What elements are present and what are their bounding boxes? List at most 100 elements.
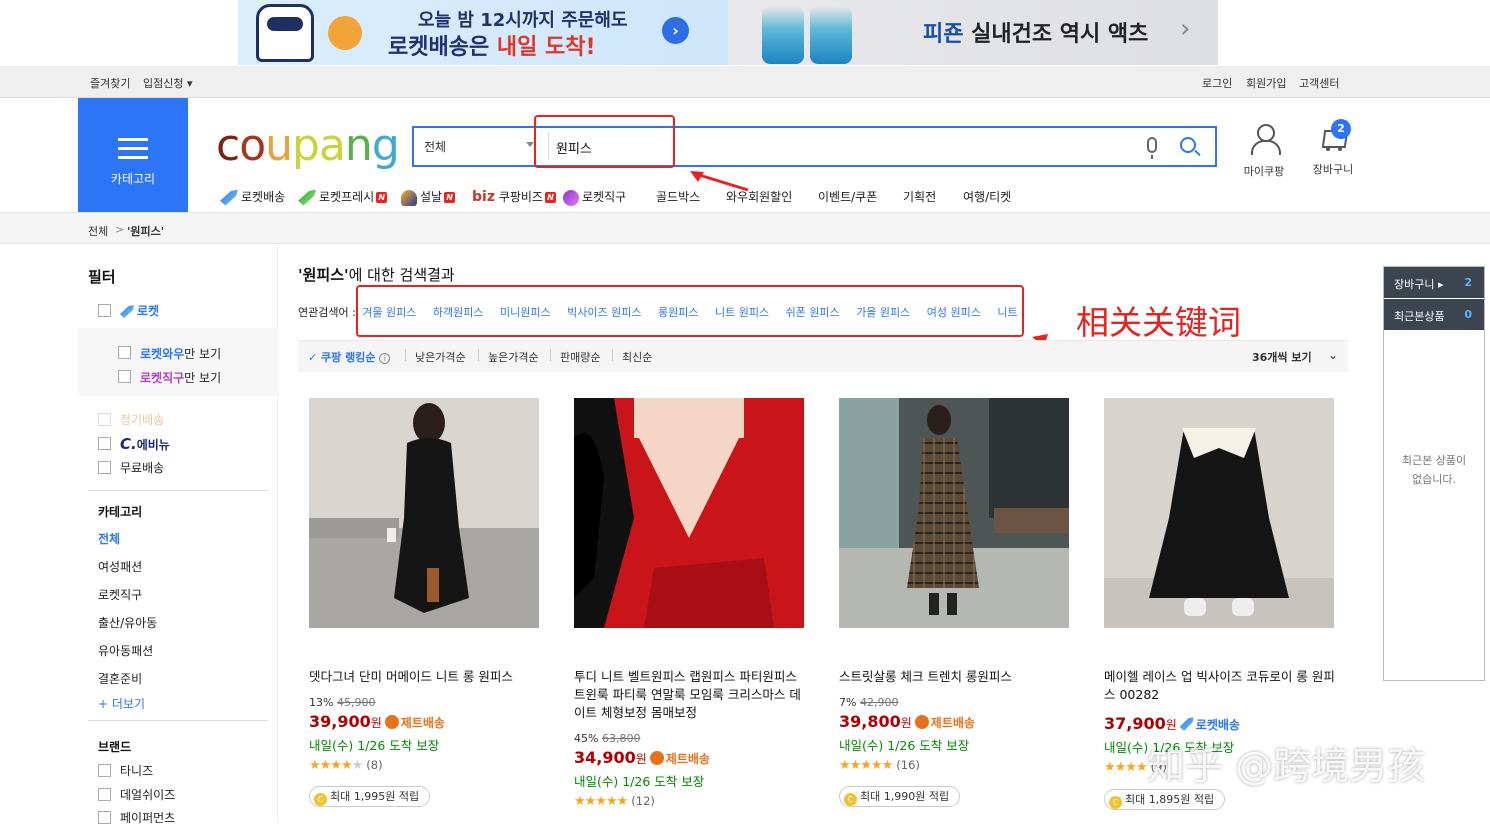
filter-title: 필터	[88, 268, 116, 286]
side-cart-label: 장바구니 ▸	[1394, 278, 1444, 291]
arrival-date: 내일(수) 1/26 도착 보장	[309, 738, 440, 753]
free-shipping-label[interactable]: 무료배송	[120, 459, 164, 476]
product-image[interactable]	[574, 398, 804, 628]
related-label: 연관검색어 :	[298, 306, 356, 319]
product-discount: 45% 63,800	[574, 732, 641, 745]
category-item[interactable]: 여성패션	[98, 558, 142, 575]
product-card[interactable]: 뎃다그녀 단미 머메이드 니트 롱 원피스 13% 45,900 39,900원…	[309, 398, 541, 807]
brand-checkbox[interactable]	[98, 811, 111, 824]
rating-stars: ★★★★★ (12)	[574, 794, 655, 809]
product-title[interactable]: 스트릿살롱 체크 트렌치 롱원피스	[839, 668, 1073, 686]
rocket-checkbox[interactable]	[98, 304, 111, 317]
wow-only-label[interactable]: 로켓와우만 보기	[140, 345, 221, 362]
seller-apply-link[interactable]: 입점신청 ▾	[143, 75, 193, 91]
product-image[interactable]	[309, 398, 539, 628]
nav-events[interactable]: 이벤트/쿠폰	[818, 188, 877, 205]
side-cart[interactable]: 장바구니 ▸ 2	[1384, 267, 1484, 298]
customer-center-link[interactable]: 고객센터	[1299, 75, 1339, 91]
banner-pigeon-acts[interactable]: 피죤 실내건조 역시 액츠 ›	[728, 0, 1218, 65]
brand-label[interactable]: 타니즈	[120, 762, 153, 779]
info-icon[interactable]: i	[379, 353, 391, 364]
side-recent-label: 최근본상품	[1394, 310, 1445, 323]
jikgu-only-checkbox[interactable]	[118, 370, 131, 383]
free-shipping-checkbox[interactable]	[98, 461, 111, 474]
microphone-icon[interactable]	[1147, 137, 1157, 159]
product-card[interactable]: 메이헬 레이스 업 빅사이즈 코듀로이 롱 원피스 00282 37,900원 로…	[1104, 398, 1336, 810]
filter-sidebar: 필터 로켓 로켓와우만 보기 로켓직구만 보기 정기배송 C.에비뉴 무료배송 …	[78, 244, 278, 825]
product-card[interactable]: 투디 니트 벨트원피스 랩원피스 파티원피스 트윈룩 파티룩 연말룩 모임룩 크…	[574, 398, 806, 809]
search-scope-select[interactable]: 전체	[424, 138, 446, 155]
product-image[interactable]	[1104, 398, 1334, 628]
jet-delivery-icon	[649, 751, 664, 765]
nav-rocket-delivery[interactable]: 로켓배송	[220, 188, 285, 206]
product-image[interactable]	[839, 398, 1069, 628]
wow-only-checkbox[interactable]	[118, 346, 131, 359]
coin-icon: C	[314, 793, 327, 806]
category-item[interactable]: 출산/유아동	[98, 614, 157, 631]
product-title[interactable]: 뎃다그녀 단미 머메이드 니트 롱 원피스	[309, 668, 543, 686]
regular-delivery-label[interactable]: 정기배송	[120, 411, 164, 428]
nav-new-year[interactable]: 설날 N	[401, 188, 456, 206]
divider	[612, 349, 613, 361]
sort-high-price[interactable]: 높은가격순	[488, 349, 539, 365]
category-item[interactable]: 로켓직구	[98, 586, 142, 603]
sort-newest[interactable]: 최신순	[622, 349, 652, 365]
chevron-right-icon[interactable]: ›	[1180, 14, 1190, 44]
sort-sales[interactable]: 판매량순	[560, 349, 600, 365]
sort-low-price[interactable]: 낮은가격순	[415, 349, 466, 365]
nav-rocket-global[interactable]: 로켓직구	[563, 188, 626, 206]
nav-rocket-fresh[interactable]: 로켓프레시 N	[298, 188, 388, 206]
nav-travel[interactable]: 여행/티켓	[963, 188, 1011, 205]
banner-rocket-delivery[interactable]: 오늘 밤 12시까지 주문해도 로켓배송은 내일 도착! ›	[238, 0, 728, 65]
brand-checkbox[interactable]	[98, 788, 111, 801]
jikgu-only-label[interactable]: 로켓직구만 보기	[140, 369, 221, 386]
avenue-label[interactable]: C.에비뉴	[120, 435, 170, 453]
breadcrumb-root[interactable]: 전체	[88, 223, 108, 239]
highlight-box-related	[356, 285, 1024, 337]
product-title[interactable]: 메이헬 레이스 업 빅사이즈 코듀로이 롱 원피스 00282	[1104, 668, 1338, 704]
rocket-filter-label[interactable]: 로켓	[120, 302, 159, 319]
per-page-select[interactable]: 36개씩 보기	[1252, 349, 1312, 365]
breadcrumb: 전체 > '원피스'	[0, 212, 1490, 244]
brand-label[interactable]: 데얼쉬이즈	[120, 786, 175, 803]
coupang-logo[interactable]: coupang	[216, 120, 400, 171]
banner-next-icon[interactable]: ›	[662, 17, 689, 44]
login-link[interactable]: 로그인	[1202, 75, 1232, 91]
regular-delivery-checkbox[interactable]	[98, 413, 111, 426]
rating-stars: ★★★★★ (8)	[309, 758, 383, 773]
search-icon[interactable]	[1180, 137, 1196, 153]
favorites-link[interactable]: 즐겨찾기	[90, 75, 130, 91]
category-item[interactable]: 결혼준비	[98, 670, 142, 687]
sort-ranking[interactable]: ✓ 쿠팡 랭킹순 i	[308, 349, 391, 365]
nav-promotions[interactable]: 기획전	[903, 188, 936, 205]
product-title[interactable]: 투디 니트 벨트원피스 랩원피스 파티원피스 트윈룩 파티룩 연말룩 모임룩 크…	[574, 668, 808, 722]
chevron-down-icon[interactable]: ⌄	[1328, 348, 1338, 362]
recent-panel: 장바구니 ▸ 2 최근본상품 0 최근본 상품이 없습니다.	[1383, 266, 1485, 681]
brand-label[interactable]: 페이퍼먼츠	[120, 809, 175, 826]
highlight-box-search	[534, 115, 675, 168]
signup-link[interactable]: 회원가입	[1246, 75, 1286, 91]
divider	[88, 720, 268, 721]
rocket-icon	[220, 189, 238, 206]
avenue-checkbox[interactable]	[98, 437, 111, 450]
nav-coupang-biz[interactable]: biz 쿠팡비즈 N	[472, 188, 556, 205]
breadcrumb-current: '원피스'	[127, 225, 165, 238]
side-recent[interactable]: 최근본상품 0	[1384, 299, 1484, 330]
category-menu-button[interactable]: 카테고리	[78, 98, 188, 212]
rocket-icon	[1179, 717, 1194, 731]
chevron-down-icon[interactable]	[526, 142, 534, 147]
category-more-link[interactable]: + 더보기	[98, 695, 145, 712]
cashback-badge: C 최대 1,895원 적립	[1104, 789, 1226, 810]
nav-wow-discount[interactable]: 와우회원할인	[726, 188, 792, 205]
new-badge: N	[544, 192, 556, 203]
category-item[interactable]: 전체	[98, 530, 120, 547]
nav-goldbox[interactable]: 골드박스	[656, 188, 700, 205]
brand-checkbox[interactable]	[98, 764, 111, 777]
product-price: 34,900원 제트배송	[574, 748, 710, 767]
robot-illustration	[256, 4, 314, 62]
category-item[interactable]: 유아동패션	[98, 642, 153, 659]
mypage-button[interactable]: 마이쿠팡	[1242, 124, 1286, 179]
product-card[interactable]: 스트릿살롱 체크 트렌치 롱원피스 7% 42,900 39,800원 제트배송 …	[839, 398, 1071, 807]
coin-icon: C	[844, 793, 857, 806]
fruit-illustration	[328, 16, 362, 50]
